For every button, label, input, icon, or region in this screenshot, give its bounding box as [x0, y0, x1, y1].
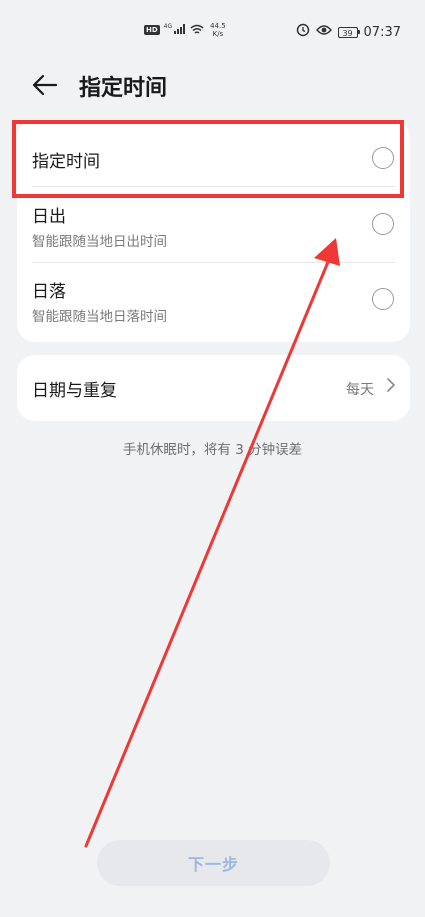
signal-icon [174, 24, 186, 36]
chevron-right-icon [387, 378, 395, 392]
radio-sunrise[interactable] [372, 213, 394, 235]
sleep-error-note: 手机休眠时，将有 3 分钟误差 [122, 442, 303, 458]
page-title: 指定时间 [79, 76, 168, 101]
highlight-box [12, 120, 404, 198]
wifi-icon [190, 24, 204, 37]
battery-icon: 39 [337, 26, 361, 38]
option-title: 日落 [32, 282, 66, 302]
option-sunset[interactable]: 日落 智能跟随当地日落时间 [17, 262, 410, 342]
date-repeat-label: 日期与重复 [32, 381, 117, 401]
status-left: HD 4G 44.5 K/s [144, 22, 226, 38]
eye-icon [315, 24, 332, 40]
header: 指定时间 [0, 60, 425, 108]
date-repeat-row[interactable]: 日期与重复 每天 [17, 355, 410, 421]
option-subtitle: 智能跟随当地日出时间 [32, 234, 167, 250]
option-subtitle: 智能跟随当地日落时间 [32, 309, 167, 325]
network-generation: 4G [163, 22, 173, 30]
alarm-icon [296, 23, 310, 41]
back-button[interactable] [28, 68, 62, 102]
speed-unit: K/s [212, 30, 224, 38]
network-speed: 44.5 K/s [210, 22, 226, 38]
status-right: 39 07:37 [296, 23, 401, 41]
date-repeat-value: 每天 [346, 382, 374, 398]
clock-time: 07:37 [363, 24, 401, 40]
hd-badge: HD [144, 25, 160, 35]
speed-value: 44.5 [210, 22, 226, 30]
back-arrow-icon [32, 74, 58, 96]
next-button[interactable]: 下一步 [97, 840, 330, 886]
option-title: 日出 [32, 207, 66, 227]
radio-sunset[interactable] [372, 288, 394, 310]
status-bar: HD 4G 44.5 K/s 39 07:37 [0, 0, 425, 64]
